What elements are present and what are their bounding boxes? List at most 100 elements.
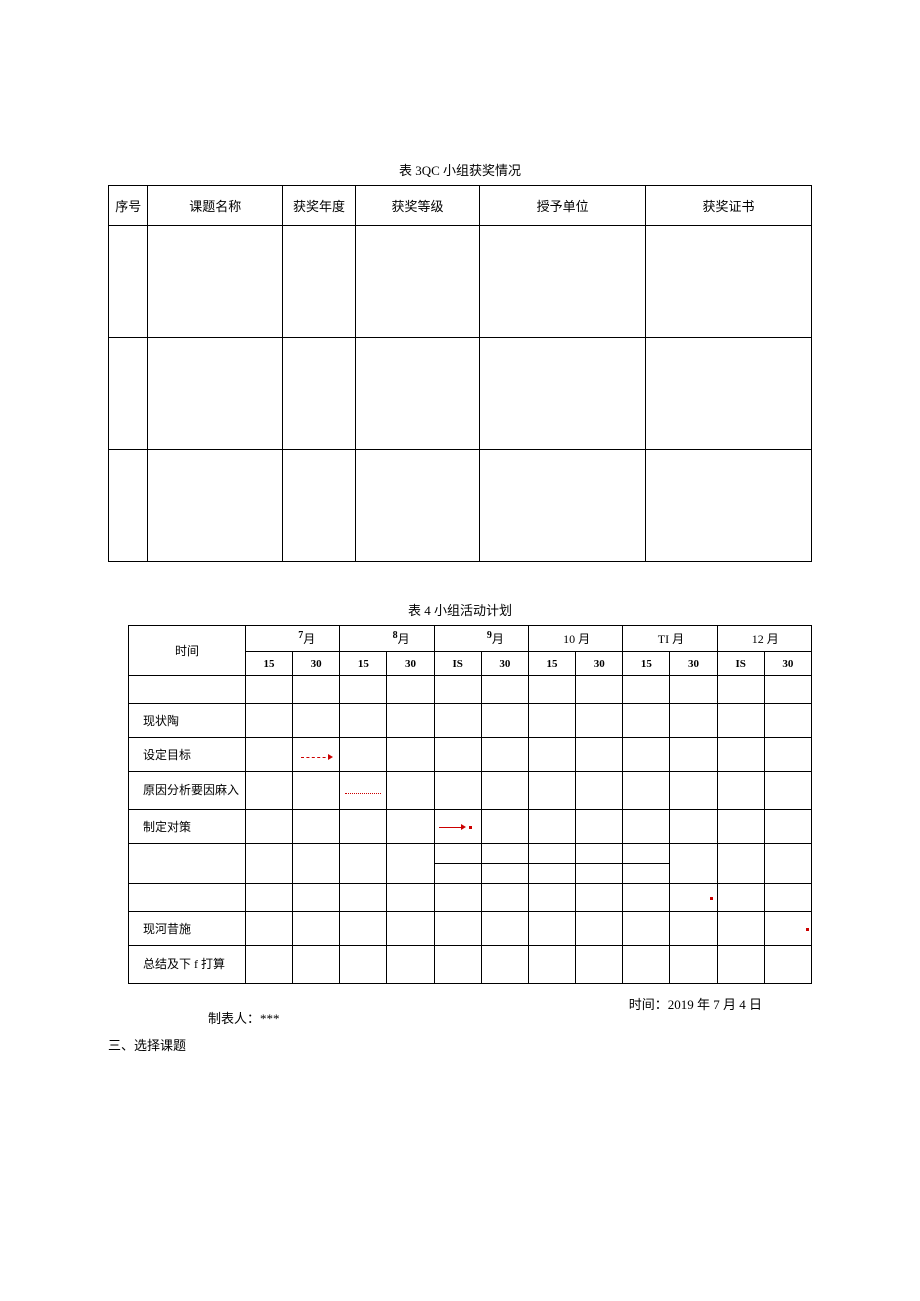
cell: [623, 844, 670, 864]
cell: [623, 884, 670, 912]
row-label: 现河昔施: [129, 912, 246, 946]
cell: [717, 912, 764, 946]
cell: [670, 912, 717, 946]
red-marker-icon: [301, 757, 331, 758]
cell: [481, 912, 528, 946]
th-unit: 授予单位: [480, 186, 646, 226]
cell: [528, 810, 575, 844]
cell: [670, 676, 717, 704]
cell: [576, 676, 623, 704]
cell: [148, 450, 283, 562]
cell: [387, 844, 434, 884]
cell: [528, 844, 575, 864]
cell: [245, 884, 292, 912]
row-label: [129, 884, 246, 912]
table2-row: 原因分析要因麻入: [129, 772, 812, 810]
cell: [355, 338, 479, 450]
cell: [576, 884, 623, 912]
cell: [623, 676, 670, 704]
th-day: 30: [670, 652, 717, 676]
red-dot-icon: [806, 928, 809, 931]
th-level: 获奖等级: [355, 186, 479, 226]
cell: [623, 912, 670, 946]
th-day: 30: [387, 652, 434, 676]
cell: [340, 704, 387, 738]
cell: [576, 704, 623, 738]
cell: [623, 704, 670, 738]
awards-table: 序号 课题名称 获奖年度 获奖等级 授予单位 获奖证书: [108, 185, 812, 562]
cell: [293, 704, 340, 738]
table2-month-row: 时间 7月 8月 9月 10 月 TI 月 12 月: [129, 626, 812, 652]
cell: [355, 450, 479, 562]
cell: [434, 772, 481, 810]
cell: [717, 772, 764, 810]
footer-row: 制表人：*** 时间：2019 年 7 月 4 日: [108, 994, 812, 1027]
cell: [293, 912, 340, 946]
section-title: 三、选择课题: [108, 1035, 812, 1054]
red-arrow-icon: [439, 819, 466, 833]
cell: [528, 946, 575, 984]
row-label: [129, 844, 246, 884]
cell: [481, 884, 528, 912]
th-day: 30: [293, 652, 340, 676]
table2-row: [129, 676, 812, 704]
table1-header-row: 序号 课题名称 获奖年度 获奖等级 授予单位 获奖证书: [109, 186, 812, 226]
cell: [670, 704, 717, 738]
cell: [646, 338, 812, 450]
table1-row: [109, 338, 812, 450]
red-dot-icon: [710, 897, 713, 900]
cell: [576, 738, 623, 772]
th-day: IS: [434, 652, 481, 676]
th-day: 15: [528, 652, 575, 676]
cell: [764, 704, 811, 738]
cell: [481, 946, 528, 984]
cell-with-marker: [340, 772, 387, 810]
cell: [481, 864, 528, 884]
cell: [576, 946, 623, 984]
th-day: 15: [623, 652, 670, 676]
table2-row: [129, 844, 812, 864]
th-day: 15: [245, 652, 292, 676]
cell: [340, 884, 387, 912]
cell: [387, 810, 434, 844]
cell: [245, 810, 292, 844]
cell: [528, 912, 575, 946]
cell-with-marker: [293, 738, 340, 772]
cell: [576, 844, 623, 864]
cell: [340, 810, 387, 844]
cell: [717, 884, 764, 912]
th-month-8: 8月: [340, 626, 434, 652]
cell: [340, 844, 387, 884]
cell: [434, 704, 481, 738]
cell: [717, 844, 764, 884]
cell: [434, 864, 481, 884]
red-dot-icon: [469, 826, 472, 829]
row-label: 制定对策: [129, 810, 246, 844]
cell: [528, 738, 575, 772]
cell: [670, 738, 717, 772]
cell: [387, 884, 434, 912]
cell: [387, 676, 434, 704]
cell: [764, 884, 811, 912]
cell: [283, 226, 356, 338]
cell: [717, 946, 764, 984]
cell: [623, 864, 670, 884]
cell: [623, 772, 670, 810]
table2-row: 总结及下 f 打算: [129, 946, 812, 984]
th-month-7: 7月: [245, 626, 339, 652]
cell: [434, 844, 481, 864]
cell: [293, 844, 340, 884]
th-day: 30: [576, 652, 623, 676]
cell: [576, 912, 623, 946]
cell: [283, 450, 356, 562]
cell: [528, 884, 575, 912]
cell: [387, 946, 434, 984]
th-day: IS: [717, 652, 764, 676]
cell: [764, 810, 811, 844]
cell: [293, 884, 340, 912]
cell: [670, 810, 717, 844]
cell: [528, 864, 575, 884]
cell: [148, 338, 283, 450]
row-label: [129, 676, 246, 704]
cell: [293, 810, 340, 844]
